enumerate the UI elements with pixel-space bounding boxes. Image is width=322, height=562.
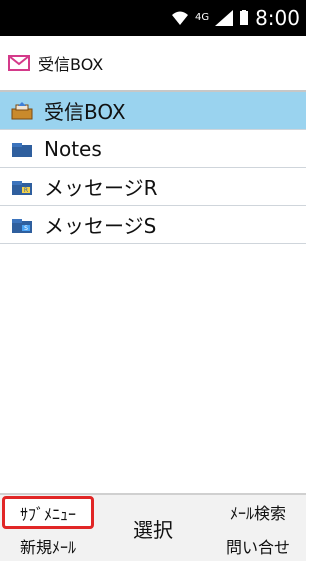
svg-text:R: R <box>24 187 28 194</box>
select-softkey[interactable]: 選択 <box>133 512 173 545</box>
folder-label: メッセージR <box>44 176 158 200</box>
new-mail-softkey[interactable]: 新規ﾒｰﾙ <box>0 529 96 562</box>
status-time: 8:00 <box>255 6 300 30</box>
status-icons: 4G 8:00 <box>171 6 300 30</box>
folder-item-notes[interactable]: Notes <box>0 130 306 168</box>
signal-bars-icon <box>215 10 234 26</box>
inbox-icon <box>10 101 34 120</box>
folder-label: メッセージS <box>44 214 157 238</box>
softkeys-left: ｻﾌﾞﾒﾆｭｰ 新規ﾒｰﾙ <box>0 495 96 562</box>
folder-label: 受信BOX <box>44 100 126 124</box>
folder-label: Notes <box>44 136 102 161</box>
folder-item-message-s[interactable]: S メッセージS <box>0 206 306 244</box>
inquiry-softkey[interactable]: 問い合せ <box>210 529 306 562</box>
folder-item-message-r[interactable]: R メッセージR <box>0 168 306 206</box>
folder-s-icon: S <box>10 216 34 234</box>
page-title: 受信BOX <box>38 55 104 74</box>
submenu-softkey[interactable]: ｻﾌﾞﾒﾆｭｰ <box>2 496 94 529</box>
folder-icon <box>10 140 34 158</box>
svg-text:S: S <box>24 225 28 232</box>
wifi-icon <box>171 9 189 27</box>
right-margin <box>306 0 322 561</box>
folder-r-icon: R <box>10 178 34 196</box>
battery-icon <box>239 10 249 26</box>
status-bar: 4G 8:00 <box>0 0 306 36</box>
mail-icon <box>8 55 30 71</box>
folder-list: 受信BOX Notes R メッセージR S メッセージS <box>0 92 306 244</box>
mail-search-softkey[interactable]: ﾒｰﾙ検索 <box>210 495 306 528</box>
softkeys-right: ﾒｰﾙ検索 問い合せ <box>210 495 306 562</box>
folder-item-inbox[interactable]: 受信BOX <box>0 92 306 130</box>
signal-type: 4G <box>194 12 210 23</box>
mailbox-header: 受信BOX <box>0 36 306 92</box>
softkeys-center: 選択 <box>96 495 210 562</box>
softkey-bar: ｻﾌﾞﾒﾆｭｰ 新規ﾒｰﾙ 選択 ﾒｰﾙ検索 問い合せ <box>0 493 306 561</box>
